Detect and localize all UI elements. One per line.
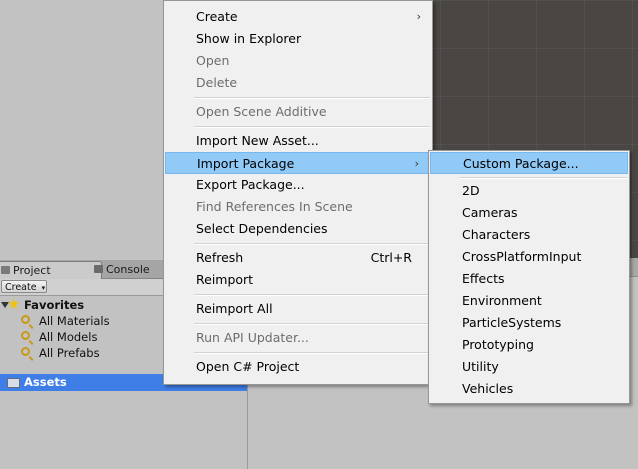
menu-separator bbox=[194, 352, 430, 354]
menu-item-label: Open bbox=[196, 53, 230, 68]
menu-item-show-in-explorer[interactable]: Show in Explorer bbox=[164, 28, 432, 50]
menu-item-label: Import Package bbox=[197, 156, 295, 171]
menu-item-label: Find References In Scene bbox=[196, 199, 353, 214]
menu-item-label: Import New Asset... bbox=[196, 133, 319, 148]
menu-item-label: Select Dependencies bbox=[196, 221, 328, 236]
menu-item-reimport[interactable]: Reimport bbox=[164, 269, 432, 291]
menu-separator bbox=[459, 177, 627, 179]
menu-item-reimport-all[interactable]: Reimport All bbox=[164, 298, 432, 320]
favorite-item-label: All Prefabs bbox=[39, 346, 100, 360]
submenu-item-label: Characters bbox=[462, 227, 531, 242]
tab-project[interactable]: Project bbox=[0, 261, 102, 279]
submenu-item-characters[interactable]: Characters bbox=[429, 224, 629, 246]
submenu-item-particlesystems[interactable]: ParticleSystems bbox=[429, 312, 629, 334]
submenu-item-label: CrossPlatformInput bbox=[462, 249, 582, 264]
folder-icon bbox=[7, 378, 20, 388]
assets-label: Assets bbox=[24, 375, 67, 389]
chevron-right-icon: › bbox=[416, 10, 421, 23]
menu-separator bbox=[194, 97, 430, 99]
search-icon bbox=[21, 347, 30, 356]
submenu-item-2d[interactable]: 2D bbox=[429, 180, 629, 202]
menu-separator bbox=[194, 323, 430, 325]
chevron-right-icon: › bbox=[414, 157, 419, 170]
menu-item-open: Open bbox=[164, 50, 432, 72]
import-package-submenu: Custom Package... 2D Cameras Characters … bbox=[428, 150, 630, 404]
menu-item-import-package[interactable]: Import Package › bbox=[165, 152, 431, 174]
submenu-item-label: Environment bbox=[462, 293, 542, 308]
submenu-item-label: Cameras bbox=[462, 205, 518, 220]
shortcut-label: Ctrl+R bbox=[370, 250, 412, 265]
menu-item-label: Export Package... bbox=[196, 177, 305, 192]
menu-item-delete: Delete bbox=[164, 72, 432, 94]
menu-item-export-package[interactable]: Export Package... bbox=[164, 174, 432, 196]
folder-icon bbox=[1, 266, 10, 274]
favorite-item-label: All Models bbox=[39, 330, 98, 344]
menu-item-open-csharp-project[interactable]: Open C# Project bbox=[164, 356, 432, 378]
menu-item-import-new-asset[interactable]: Import New Asset... bbox=[164, 130, 432, 152]
menu-item-label: Open C# Project bbox=[196, 359, 300, 374]
submenu-item-cameras[interactable]: Cameras bbox=[429, 202, 629, 224]
submenu-item-vehicles[interactable]: Vehicles bbox=[429, 378, 629, 400]
menu-item-label: Reimport All bbox=[196, 301, 273, 316]
menu-item-run-api-updater: Run API Updater... bbox=[164, 327, 432, 349]
console-icon bbox=[94, 265, 103, 273]
submenu-item-label: Vehicles bbox=[462, 381, 514, 396]
menu-separator bbox=[194, 294, 430, 296]
submenu-item-label: ParticleSystems bbox=[462, 315, 562, 330]
submenu-item-label: Effects bbox=[462, 271, 505, 286]
menu-item-label: Run API Updater... bbox=[196, 330, 309, 345]
submenu-item-custom-package[interactable]: Custom Package... bbox=[430, 152, 628, 174]
search-icon bbox=[21, 331, 30, 340]
menu-item-create[interactable]: Create › bbox=[164, 6, 432, 28]
menu-separator bbox=[194, 243, 430, 245]
menu-item-label: Create bbox=[196, 9, 238, 24]
submenu-item-utility[interactable]: Utility bbox=[429, 356, 629, 378]
menu-item-label: Refresh bbox=[196, 250, 244, 265]
context-menu: Create › Show in Explorer Open Delete Op… bbox=[163, 0, 433, 385]
search-icon bbox=[21, 315, 30, 324]
submenu-item-label: Utility bbox=[462, 359, 499, 374]
submenu-item-label: Custom Package... bbox=[463, 156, 579, 171]
star-icon: ★ bbox=[7, 295, 21, 313]
menu-item-label: Open Scene Additive bbox=[196, 104, 327, 119]
menu-item-label: Reimport bbox=[196, 272, 254, 287]
favorites-label: Favorites bbox=[24, 298, 85, 312]
submenu-item-label: Prototyping bbox=[462, 337, 534, 352]
menu-item-refresh[interactable]: Refresh Ctrl+R bbox=[164, 247, 432, 269]
submenu-item-environment[interactable]: Environment bbox=[429, 290, 629, 312]
submenu-item-label: 2D bbox=[462, 183, 480, 198]
submenu-item-prototyping[interactable]: Prototyping bbox=[429, 334, 629, 356]
favorite-item-label: All Materials bbox=[39, 314, 110, 328]
menu-item-open-scene-additive: Open Scene Additive bbox=[164, 101, 432, 123]
create-button-label: Create bbox=[5, 282, 37, 293]
submenu-item-crossplatforminput[interactable]: CrossPlatformInput bbox=[429, 246, 629, 268]
menu-item-select-dependencies[interactable]: Select Dependencies bbox=[164, 218, 432, 240]
menu-item-label: Show in Explorer bbox=[196, 31, 302, 46]
menu-separator bbox=[194, 126, 430, 128]
menu-item-find-references: Find References In Scene bbox=[164, 196, 432, 218]
tab-console-label: Console bbox=[106, 263, 150, 276]
dropdown-arrow-icon: ▾ bbox=[41, 284, 46, 292]
submenu-item-effects[interactable]: Effects bbox=[429, 268, 629, 290]
create-button[interactable]: Create ▾ bbox=[1, 280, 47, 293]
menu-item-label: Delete bbox=[196, 75, 238, 90]
tab-project-label: Project bbox=[13, 264, 51, 277]
